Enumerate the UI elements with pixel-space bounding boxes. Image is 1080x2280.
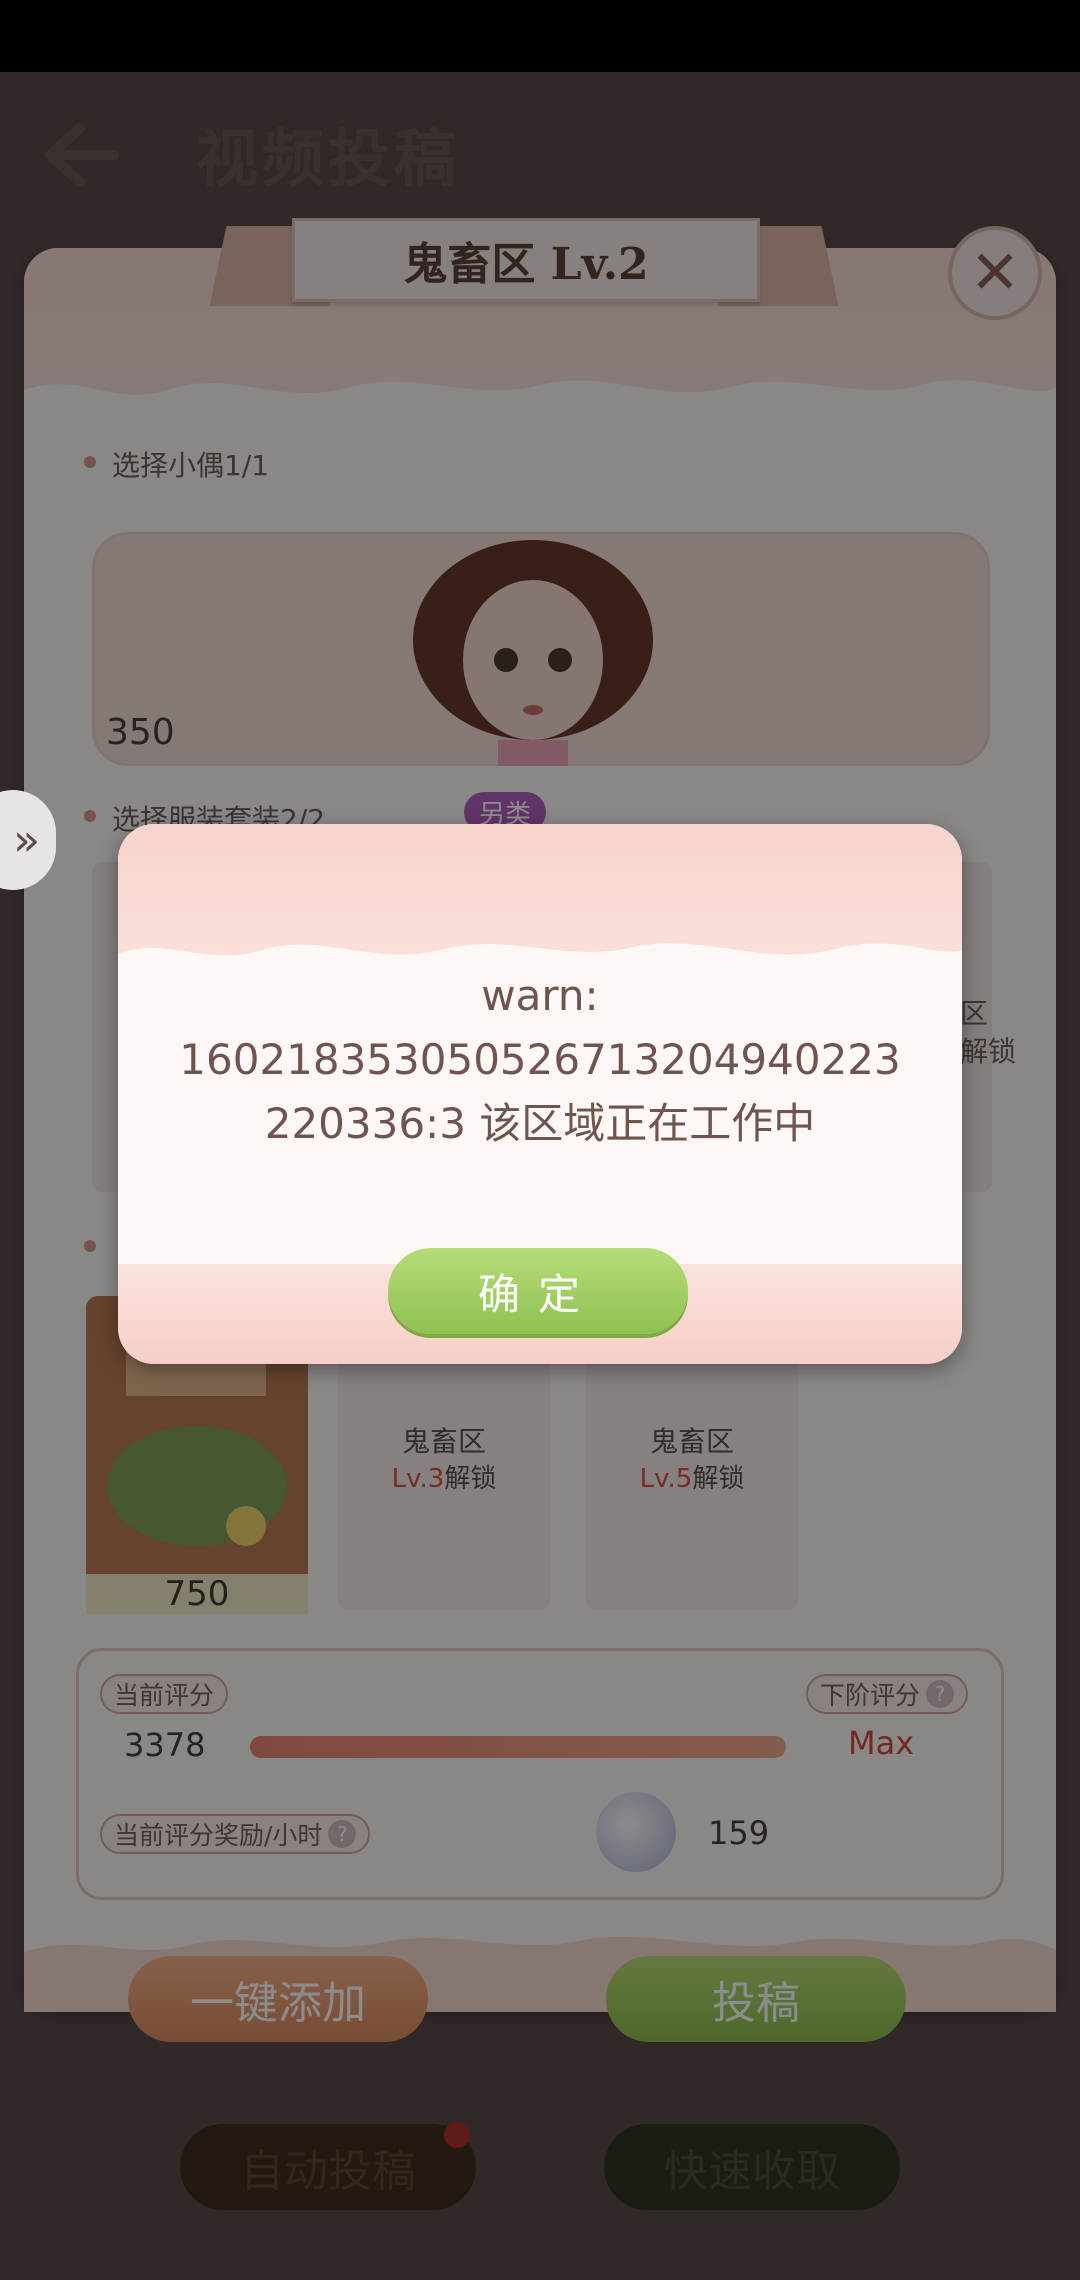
double-chevron-right-icon: » [13,814,40,866]
dialog-message: warn: 160218353050526713204940223 220336… [179,971,901,1148]
status-bar [0,0,1080,72]
confirm-button[interactable]: 确定 [388,1248,688,1334]
warning-dialog: warn: 160218353050526713204940223 220336… [118,824,962,1364]
